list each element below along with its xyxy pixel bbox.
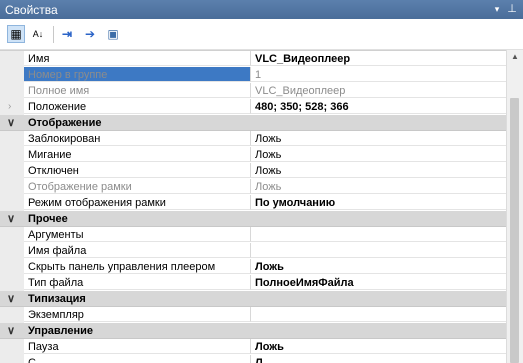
category-row[interactable]: ∨ Отображение bbox=[0, 115, 506, 131]
property-name: Режим отображения рамки bbox=[24, 195, 251, 210]
property-name: Имя bbox=[24, 51, 251, 66]
property-name: Тип файла bbox=[24, 275, 251, 290]
property-value[interactable]: VLC_Видеоплеер bbox=[251, 83, 506, 98]
property-name: Номер в группе bbox=[24, 67, 251, 82]
property-row[interactable]: Отключен Ложь bbox=[0, 163, 506, 179]
property-row[interactable]: Аргументы bbox=[0, 227, 506, 243]
vertical-scrollbar[interactable]: ▲ bbox=[506, 50, 523, 363]
property-row[interactable]: Заблокирован Ложь bbox=[0, 131, 506, 147]
property-value[interactable] bbox=[251, 243, 506, 258]
row-gutter bbox=[0, 355, 24, 363]
property-row[interactable]: Полное имя VLC_Видеоплеер bbox=[0, 83, 506, 99]
row-gutter bbox=[0, 67, 24, 83]
category-row[interactable]: ∨ Управление bbox=[0, 323, 506, 339]
row-gutter bbox=[0, 163, 24, 179]
property-pages-icon[interactable]: ▣ bbox=[104, 25, 122, 43]
category-label: Прочее bbox=[28, 213, 68, 225]
expand-icon[interactable]: ⇥ bbox=[58, 25, 76, 43]
category-label: Управление bbox=[28, 325, 94, 337]
properties-window: Свойства ▾ ⊥ ▦ A↓ ⇥ ➔ ▣ Имя VLC_Видеоплее… bbox=[0, 0, 523, 363]
property-value[interactable]: 1 bbox=[251, 67, 506, 82]
row-gutter bbox=[0, 179, 24, 195]
row-gutter bbox=[0, 243, 24, 259]
property-row[interactable]: Экземпляр bbox=[0, 307, 506, 323]
property-row[interactable]: Имя VLC_Видеоплеер bbox=[0, 51, 506, 67]
property-value[interactable]: Л bbox=[251, 355, 506, 363]
expand-row-icon[interactable]: › bbox=[8, 99, 11, 115]
row-gutter bbox=[0, 307, 24, 323]
property-name: Отключен bbox=[24, 163, 251, 178]
property-name: Полное имя bbox=[24, 83, 251, 98]
row-gutter bbox=[0, 227, 24, 243]
alphabetical-sort-icon[interactable]: A↓ bbox=[29, 25, 47, 43]
row-gutter bbox=[0, 339, 24, 355]
property-row[interactable]: Мигание Ложь bbox=[0, 147, 506, 163]
category-label: Отображение bbox=[28, 117, 102, 129]
property-value[interactable]: По умолчанию bbox=[251, 195, 506, 210]
row-gutter bbox=[0, 195, 24, 211]
collapse-chevron-icon[interactable]: ∨ bbox=[7, 115, 15, 131]
property-row[interactable]: Номер в группе 1 bbox=[0, 67, 506, 83]
pin-icon[interactable]: ⊥ bbox=[505, 2, 519, 16]
property-value[interactable]: Ложь bbox=[251, 131, 506, 146]
property-value[interactable]: Ложь bbox=[251, 147, 506, 162]
collapse-chevron-icon[interactable]: ∨ bbox=[7, 323, 15, 339]
property-name: Положение bbox=[24, 99, 251, 114]
category-label: Типизация bbox=[28, 293, 86, 305]
go-to-icon[interactable]: ➔ bbox=[81, 25, 99, 43]
property-name: Отображение рамки bbox=[24, 179, 251, 194]
row-gutter bbox=[0, 131, 24, 147]
property-name: Мигание bbox=[24, 147, 251, 162]
collapse-chevron-icon[interactable]: ∨ bbox=[7, 211, 15, 227]
property-name: Имя файла bbox=[24, 243, 251, 258]
property-value[interactable]: VLC_Видеоплеер bbox=[251, 51, 506, 66]
row-gutter bbox=[0, 147, 24, 163]
property-row[interactable]: Отображение рамки Ложь bbox=[0, 179, 506, 195]
property-row[interactable]: Скрыть панель управления плеером Ложь bbox=[0, 259, 506, 275]
property-name: Пауза bbox=[24, 339, 251, 354]
property-name: Скрыть панель управления плеером bbox=[24, 259, 251, 274]
property-value[interactable]: Ложь bbox=[251, 179, 506, 194]
property-grid: Имя VLC_Видеоплеер Номер в группе 1 Полное и… bbox=[0, 50, 506, 363]
property-name: Экземпляр bbox=[24, 307, 251, 322]
categorized-view-icon[interactable]: ▦ bbox=[7, 25, 25, 43]
title-bar: Свойства ▾ ⊥ bbox=[0, 0, 523, 19]
property-value[interactable]: Ложь bbox=[251, 163, 506, 178]
property-row[interactable]: › Положение 480; 350; 528; 366 bbox=[0, 99, 506, 115]
property-name: С bbox=[24, 355, 251, 363]
property-value[interactable] bbox=[251, 307, 506, 322]
toolbar-separator bbox=[53, 26, 54, 43]
row-gutter bbox=[0, 275, 24, 291]
property-row[interactable]: Имя файла bbox=[0, 243, 506, 259]
row-gutter bbox=[0, 51, 24, 67]
row-gutter bbox=[0, 99, 24, 115]
property-value[interactable] bbox=[251, 227, 506, 242]
property-name: Аргументы bbox=[24, 227, 251, 242]
property-row[interactable]: Пауза Ложь bbox=[0, 339, 506, 355]
property-row[interactable]: Режим отображения рамки По умолчанию bbox=[0, 195, 506, 211]
window-title: Свойства bbox=[5, 3, 58, 17]
collapse-chevron-icon[interactable]: ∨ bbox=[7, 291, 15, 307]
property-name: Заблокирован bbox=[24, 131, 251, 146]
window-menu-button[interactable]: ▾ bbox=[490, 2, 504, 16]
property-row[interactable]: Тип файла ПолноеИмяФайла bbox=[0, 275, 506, 291]
row-gutter bbox=[0, 83, 24, 99]
scrollbar-thumb[interactable] bbox=[510, 98, 519, 363]
category-row[interactable]: ∨ Прочее bbox=[0, 211, 506, 227]
property-value[interactable]: Ложь bbox=[251, 339, 506, 354]
category-row[interactable]: ∨ Типизация bbox=[0, 291, 506, 307]
toolbar: ▦ A↓ ⇥ ➔ ▣ bbox=[0, 19, 523, 50]
property-value[interactable]: Ложь bbox=[251, 259, 506, 274]
property-value[interactable]: 480; 350; 528; 366 bbox=[251, 99, 506, 114]
property-row[interactable]: СЛ bbox=[0, 355, 506, 363]
scroll-up-icon[interactable]: ▲ bbox=[507, 50, 523, 64]
row-gutter bbox=[0, 259, 24, 275]
property-value[interactable]: ПолноеИмяФайла bbox=[251, 275, 506, 290]
